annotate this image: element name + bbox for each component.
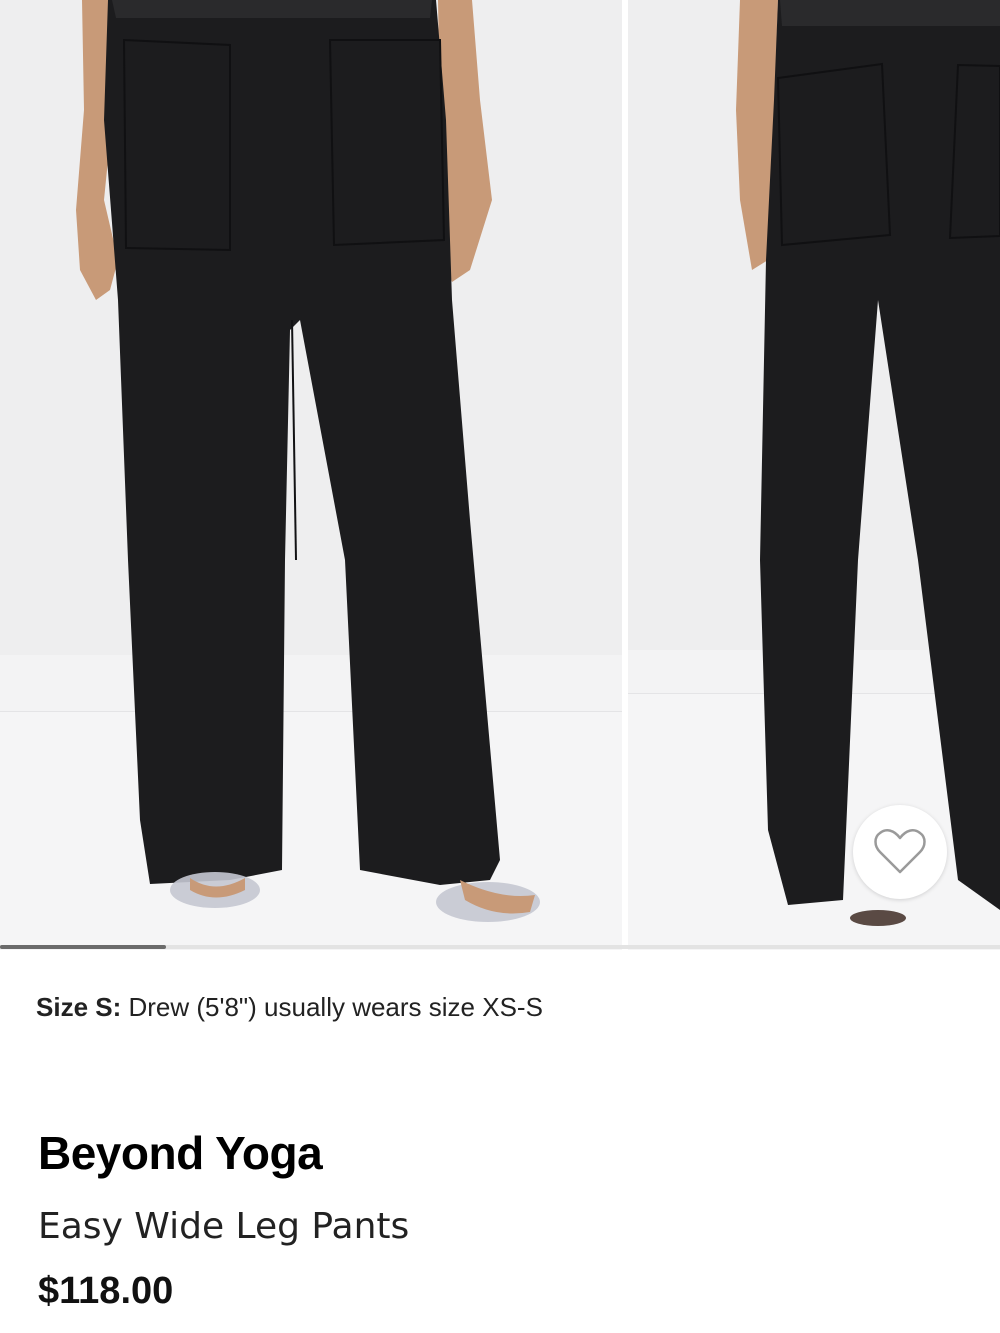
size-note-label: Size S:: [36, 992, 122, 1022]
product-photo-back[interactable]: [628, 0, 1000, 950]
gallery-progress-bar: [0, 945, 1000, 949]
front-photo-illustration: [0, 0, 622, 950]
product-image-gallery[interactable]: [0, 0, 1000, 950]
product-title: Easy Wide Leg Pants: [38, 1206, 410, 1247]
product-brand[interactable]: Beyond Yoga: [38, 1126, 323, 1180]
model-size-note: Size S: Drew (5'8") usually wears size X…: [36, 992, 543, 1023]
gallery-progress-indicator: [0, 945, 166, 949]
heart-outline-icon: [874, 829, 926, 874]
product-photo-front[interactable]: [0, 0, 622, 950]
size-note-text: Drew (5'8") usually wears size XS-S: [128, 992, 543, 1022]
back-photo-illustration: [628, 0, 1000, 950]
product-price: $118.00: [38, 1270, 174, 1312]
add-to-wishlist-button[interactable]: [853, 805, 947, 899]
